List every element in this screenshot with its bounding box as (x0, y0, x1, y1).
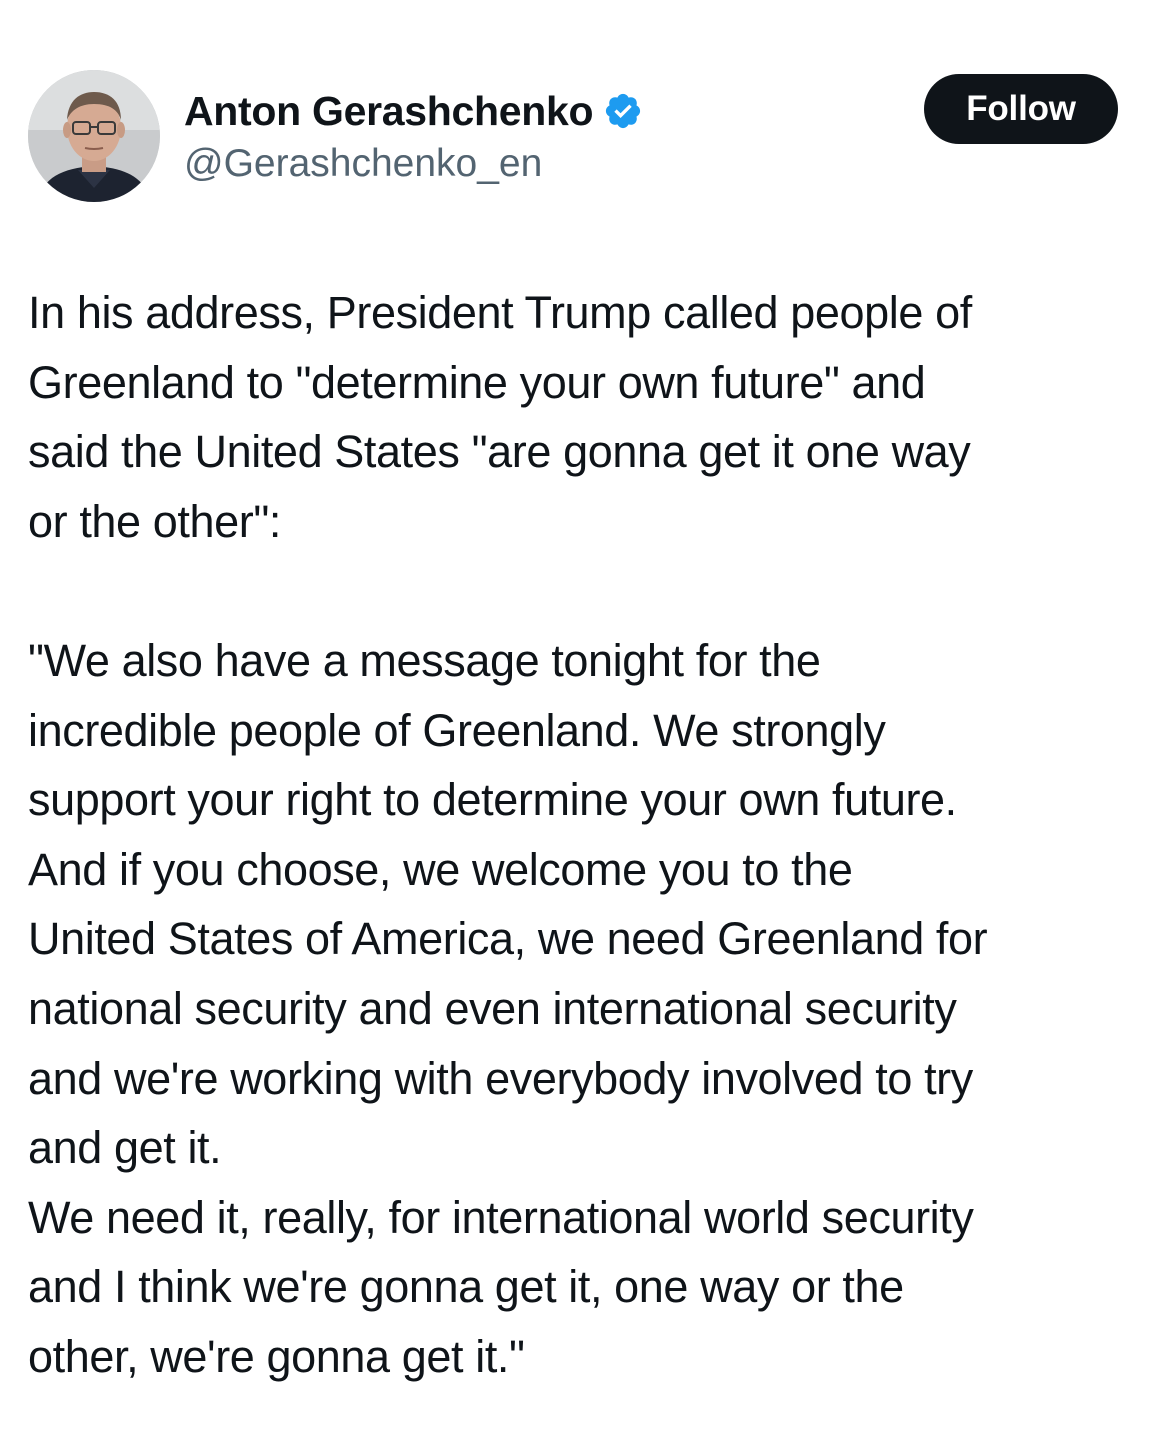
tweet-line: incredible people of Greenland. We stron… (28, 704, 886, 756)
tweet-line: United States of America, we need Greenl… (28, 913, 988, 965)
tweet-line: and I think we're gonna get it, one way … (28, 1261, 904, 1313)
tweet-line: national security and even international… (28, 982, 957, 1034)
author-avatar[interactable] (28, 70, 160, 202)
follow-button[interactable]: Follow (924, 74, 1118, 144)
author-display-name[interactable]: Anton Gerashchenko (184, 84, 594, 138)
profile-photo-icon (28, 70, 160, 202)
tweet-text: In his address, President Trump called p… (28, 278, 1148, 1392)
tweet-line: In his address, President Trump called p… (28, 287, 972, 338)
author-name-row: Anton Gerashchenko (184, 84, 643, 138)
tweet-line: and get it. (28, 1122, 222, 1174)
tweet-line: support your right to determine your own… (28, 774, 957, 826)
tweet-line: And if you choose, we welcome you to the (28, 843, 853, 895)
tweet-line: other, we're gonna get it." (28, 1330, 525, 1382)
author-handle[interactable]: @Gerashchenko_en (184, 138, 542, 190)
verified-badge-icon (603, 91, 643, 131)
tweet-line: and we're working with everybody involve… (28, 1052, 973, 1104)
tweet-line: "We also have a message tonight for the (28, 634, 821, 686)
tweet-line: or the other": (28, 495, 282, 547)
tweet-line: Greenland to "determine your own future"… (28, 356, 926, 408)
tweet-line: We need it, really, for international wo… (28, 1191, 974, 1243)
tweet-line: said the United States "are gonna get it… (28, 426, 971, 478)
tweet-header: Anton Gerashchenko @Gerashchenko_en Foll… (0, 0, 1170, 230)
